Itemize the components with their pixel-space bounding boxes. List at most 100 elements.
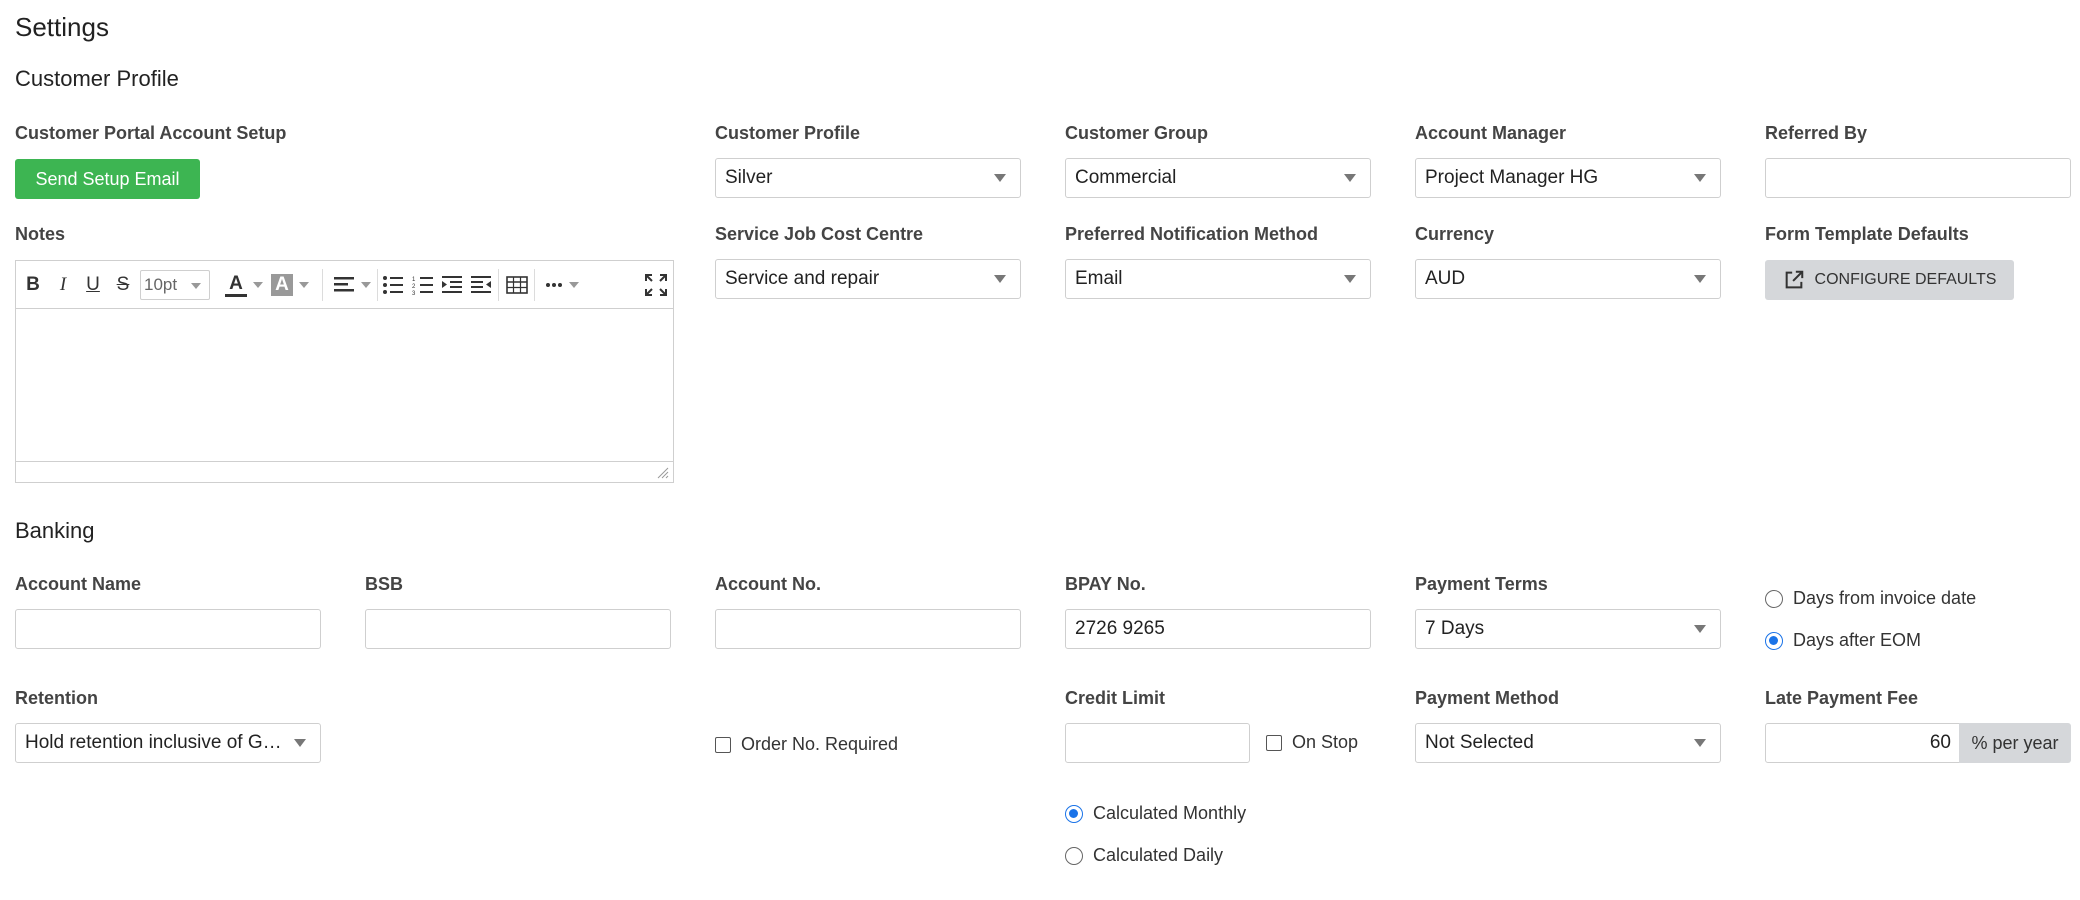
radio-calculated-daily[interactable]: Calculated Daily xyxy=(1065,845,1223,866)
on-stop-label: On Stop xyxy=(1292,732,1359,752)
bold-icon[interactable]: B xyxy=(22,271,44,299)
account-name-input[interactable] xyxy=(15,609,321,649)
radio-button[interactable] xyxy=(1765,589,1783,608)
radio-label: Days from invoice date xyxy=(1793,588,1977,608)
credit-limit-input[interactable] xyxy=(1065,723,1250,763)
referred-by-input[interactable] xyxy=(1765,158,2071,198)
customer-group-label: Customer Group xyxy=(1065,123,1209,143)
payment-method-select[interactable]: Not Selected xyxy=(1415,723,1721,763)
currency-value: AUD xyxy=(1425,268,1466,289)
radio-label: Calculated Monthly xyxy=(1093,803,1247,823)
late-payment-fee-input[interactable]: 60 xyxy=(1765,723,1961,763)
order-no-required-label: Order No. Required xyxy=(741,734,899,754)
portal-setup-label: Customer Portal Account Setup xyxy=(15,123,287,143)
payment-terms-value: 7 Days xyxy=(1425,618,1485,639)
radio-button-selected[interactable] xyxy=(1765,631,1783,650)
order-no-required-checkbox[interactable] xyxy=(715,736,731,753)
section-title-banking: Banking xyxy=(15,518,95,543)
account-no-input[interactable] xyxy=(715,609,1021,649)
customer-group-value: Commercial xyxy=(1075,167,1177,188)
account-manager-value: Project Manager HG xyxy=(1425,167,1599,188)
fullscreen-icon[interactable] xyxy=(643,271,669,299)
radio-days-after-eom[interactable]: Days after EOM xyxy=(1765,630,1921,651)
on-stop-checkbox[interactable] xyxy=(1266,734,1282,751)
svg-text:2: 2 xyxy=(412,284,416,290)
late-payment-fee-label: Late Payment Fee xyxy=(1765,688,1919,708)
bullet-list-icon[interactable] xyxy=(380,271,406,299)
underline-icon[interactable]: U xyxy=(82,271,104,299)
payment-method-value: Not Selected xyxy=(1425,732,1534,753)
form-template-label: Form Template Defaults xyxy=(1765,224,1969,244)
bpay-no-label: BPAY No. xyxy=(1065,574,1146,594)
table-icon[interactable] xyxy=(504,271,530,299)
notes-editor: B I U S 10pt A A 123 xyxy=(15,260,674,483)
chevron-down-icon xyxy=(1694,275,1706,283)
chevron-down-icon xyxy=(1344,174,1356,182)
payment-terms-label: Payment Terms xyxy=(1415,574,1548,594)
radio-calculated-monthly[interactable]: Calculated Monthly xyxy=(1065,803,1246,824)
currency-select[interactable]: AUD xyxy=(1415,259,1721,299)
align-icon[interactable] xyxy=(328,271,376,299)
highlight-color-icon[interactable]: A xyxy=(265,271,315,299)
credit-limit-label: Credit Limit xyxy=(1065,688,1166,708)
section-title-customer-profile: Customer Profile xyxy=(15,66,179,91)
notification-method-value: Email xyxy=(1075,268,1123,289)
cost-centre-select[interactable]: Service and repair xyxy=(715,259,1021,299)
resize-handle-icon[interactable] xyxy=(657,467,669,479)
retention-value: Hold retention inclusive of G… xyxy=(25,732,282,753)
retention-select[interactable]: Hold retention inclusive of G… xyxy=(15,723,321,763)
currency-label: Currency xyxy=(1415,224,1495,244)
radio-button[interactable] xyxy=(1065,846,1083,865)
notification-method-label: Preferred Notification Method xyxy=(1065,224,1319,244)
strikethrough-icon[interactable]: S xyxy=(112,271,134,299)
outdent-icon[interactable] xyxy=(468,271,494,299)
chevron-down-icon xyxy=(994,275,1006,283)
bpay-no-input[interactable]: 2726 9265 xyxy=(1065,609,1371,649)
chevron-down-icon xyxy=(294,739,306,747)
notes-label: Notes xyxy=(15,224,66,244)
more-options-icon[interactable] xyxy=(540,271,584,299)
text-color-icon[interactable]: A xyxy=(219,271,269,299)
svg-text:1: 1 xyxy=(412,277,416,283)
account-manager-select[interactable]: Project Manager HG xyxy=(1415,158,1721,198)
chevron-down-icon xyxy=(191,283,201,289)
configure-defaults-label: CONFIGURE DEFAULTS xyxy=(1814,271,1997,288)
configure-defaults-button[interactable]: CONFIGURE DEFAULTS xyxy=(1765,260,2014,300)
chevron-down-icon xyxy=(994,174,1006,182)
italic-icon[interactable]: I xyxy=(52,271,74,299)
radio-label: Calculated Daily xyxy=(1093,845,1224,865)
customer-profile-label: Customer Profile xyxy=(715,123,861,143)
on-stop-checkbox-row[interactable]: On Stop xyxy=(1266,732,1358,753)
account-no-label: Account No. xyxy=(715,574,821,594)
svg-text:3: 3 xyxy=(412,291,416,295)
send-setup-email-button[interactable]: Send Setup Email xyxy=(15,159,200,199)
numbered-list-icon[interactable]: 123 xyxy=(410,271,436,299)
referred-by-label: Referred By xyxy=(1765,123,1868,143)
cost-centre-label: Service Job Cost Centre xyxy=(715,224,924,244)
notes-editor-body[interactable] xyxy=(16,309,673,461)
chevron-down-icon xyxy=(1344,275,1356,283)
customer-group-select[interactable]: Commercial xyxy=(1065,158,1371,198)
radio-label: Days after EOM xyxy=(1793,630,1922,650)
chevron-down-icon xyxy=(1694,625,1706,633)
retention-label: Retention xyxy=(15,688,98,708)
radio-days-from-invoice[interactable]: Days from invoice date xyxy=(1765,588,1976,609)
customer-profile-select[interactable]: Silver xyxy=(715,158,1021,198)
bsb-label: BSB xyxy=(365,574,404,594)
payment-terms-select[interactable]: 7 Days xyxy=(1415,609,1721,649)
order-no-required-checkbox-row[interactable]: Order No. Required xyxy=(715,734,898,755)
indent-icon[interactable] xyxy=(439,271,465,299)
account-name-label: Account Name xyxy=(15,574,142,594)
payment-method-label: Payment Method xyxy=(1415,688,1560,708)
chevron-down-icon xyxy=(1694,174,1706,182)
chevron-down-icon xyxy=(1694,739,1706,747)
bsb-input[interactable] xyxy=(365,609,671,649)
font-size-select[interactable]: 10pt xyxy=(140,270,210,300)
notification-method-select[interactable]: Email xyxy=(1065,259,1371,299)
external-link-icon xyxy=(1785,270,1803,289)
font-size-value: 10pt xyxy=(144,275,178,294)
editor-toolbar: B I U S 10pt A A 123 xyxy=(16,261,673,309)
radio-button-selected[interactable] xyxy=(1065,804,1083,823)
customer-profile-value: Silver xyxy=(725,167,773,188)
page-title: Settings xyxy=(15,12,109,42)
